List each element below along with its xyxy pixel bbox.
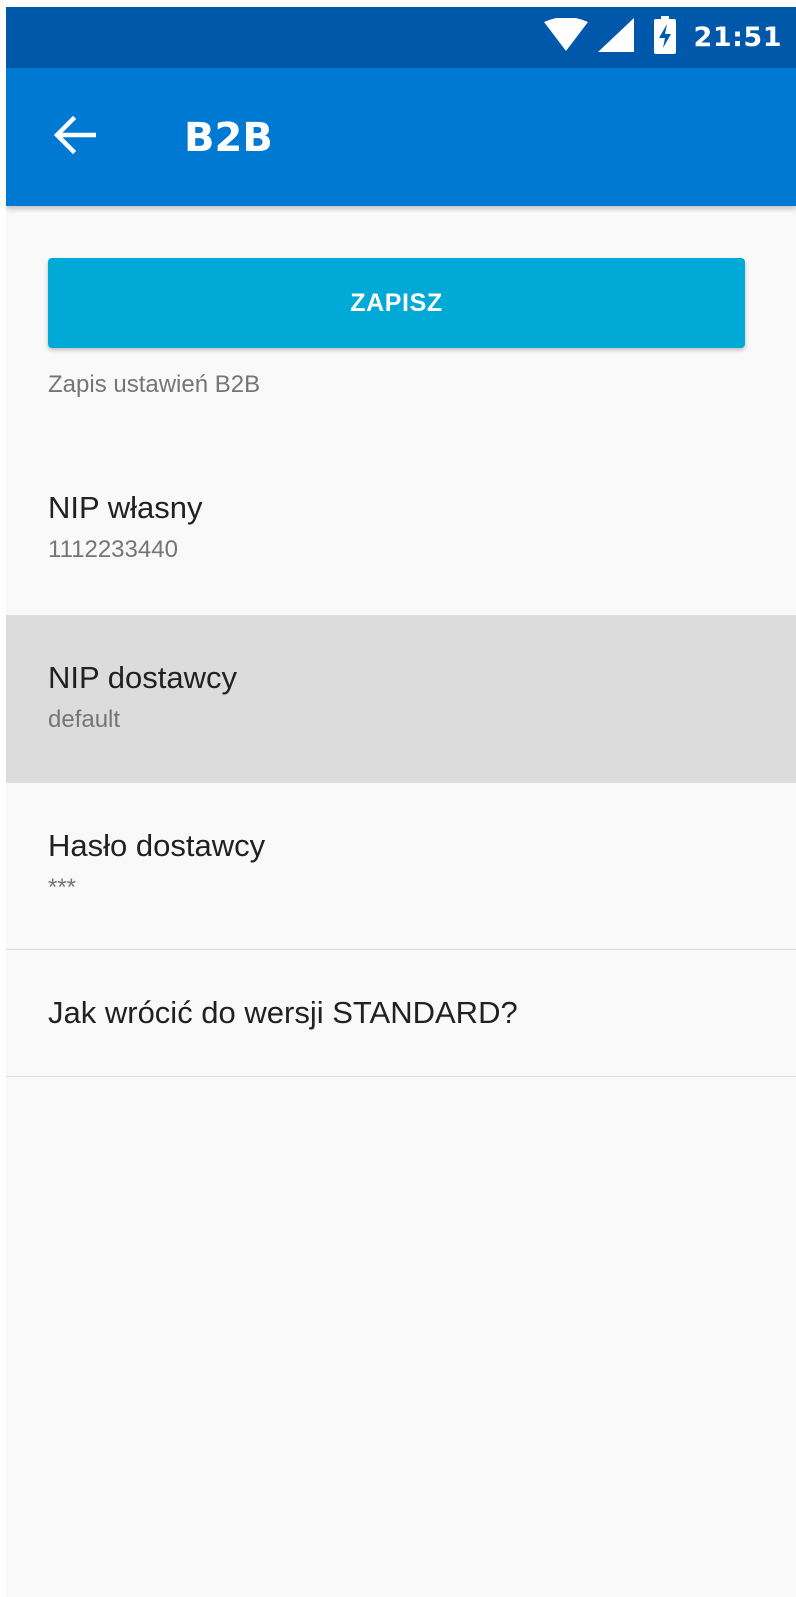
pref-standard-help[interactable]: Jak wrócić do wersji STANDARD? xyxy=(6,950,796,1076)
screen: 21:51 B2B ZAPISZ Zapis ustawień B2B NIP … xyxy=(6,7,796,1597)
pref-summary: 1112233440 xyxy=(48,536,178,563)
pref-title: Hasło dostawcy xyxy=(48,828,266,863)
status-bar: 21:51 xyxy=(6,7,796,68)
pref-summary: *** xyxy=(48,874,77,901)
page-title: B2B xyxy=(184,115,273,161)
status-icons: 21:51 xyxy=(543,7,782,68)
save-button[interactable]: ZAPISZ xyxy=(48,258,745,348)
pref-nip-dostawcy[interactable]: NIP dostawcy default xyxy=(6,615,796,783)
pref-title: NIP własny xyxy=(48,490,203,525)
save-hint: Zapis ustawień B2B xyxy=(48,371,261,398)
app-bar: B2B xyxy=(6,68,796,206)
wifi-icon xyxy=(543,17,588,57)
arrow-left-icon xyxy=(53,115,97,159)
battery-charging-icon xyxy=(653,16,676,59)
pref-haslo-dostawcy[interactable]: Hasło dostawcy *** xyxy=(6,783,796,949)
status-time: 21:51 xyxy=(693,22,782,53)
pref-summary: default xyxy=(48,706,121,733)
back-button[interactable] xyxy=(44,106,106,168)
pref-title: Jak wrócić do wersji STANDARD? xyxy=(48,995,518,1030)
pref-title: NIP dostawcy xyxy=(48,660,237,695)
signal-icon xyxy=(597,18,634,57)
divider xyxy=(6,1076,796,1077)
pref-nip-wlasny[interactable]: NIP własny 1112233440 xyxy=(6,445,796,615)
